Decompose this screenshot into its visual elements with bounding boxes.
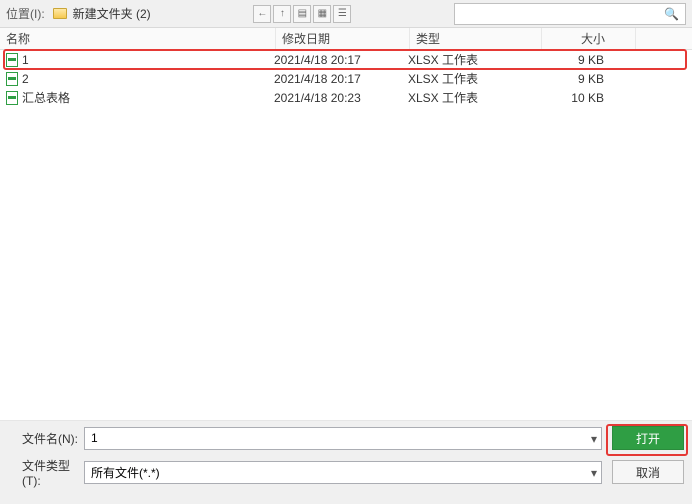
file-name: 1 <box>22 53 274 67</box>
file-date: 2021/4/18 20:23 <box>274 91 408 105</box>
file-size: 10 KB <box>540 91 634 105</box>
file-name: 汇总表格 <box>22 89 274 106</box>
search-input[interactable]: 🔍 <box>454 3 686 25</box>
search-icon: 🔍 <box>664 7 679 21</box>
list-item[interactable]: 汇总表格 2021/4/18 20:23 XLSX 工作表 10 KB <box>0 88 692 107</box>
column-name[interactable]: 名称 <box>0 28 276 49</box>
xlsx-icon <box>6 53 18 67</box>
xlsx-icon <box>6 72 18 86</box>
filename-value: 1 <box>91 431 98 445</box>
list-item[interactable]: 2 2021/4/18 20:17 XLSX 工作表 9 KB <box>0 69 692 88</box>
location-path: 新建文件夹 (2) <box>73 5 151 22</box>
cancel-button[interactable]: 取消 <box>612 460 684 484</box>
file-type: XLSX 工作表 <box>408 89 540 106</box>
column-date[interactable]: 修改日期 <box>276 28 410 49</box>
view-buttons: ← ↑ ▤ ▦ ☰ <box>253 5 351 23</box>
view-detail-button[interactable]: ☰ <box>333 5 351 23</box>
chevron-down-icon: ▾ <box>591 432 597 446</box>
file-date: 2021/4/18 20:17 <box>274 72 408 86</box>
filetype-select[interactable]: 所有文件(*.*) ▾ <box>84 461 602 484</box>
view-list-button[interactable]: ▤ <box>293 5 311 23</box>
location-label: 位置(I): <box>6 5 45 22</box>
chevron-down-icon: ▾ <box>591 466 597 480</box>
dialog-footer: 文件名(N): 1 ▾ 打开 文件类型(T): 所有文件(*.*) ▾ 取消 <box>0 420 692 504</box>
list-item[interactable]: 1 2021/4/18 20:17 XLSX 工作表 9 KB <box>0 50 692 69</box>
file-list: 1 2021/4/18 20:17 XLSX 工作表 9 KB 2 2021/4… <box>0 50 692 420</box>
filetype-value: 所有文件(*.*) <box>91 464 160 481</box>
file-size: 9 KB <box>540 72 634 86</box>
folder-icon <box>53 8 67 19</box>
filename-input[interactable]: 1 ▾ <box>84 427 602 450</box>
open-button[interactable]: 打开 <box>612 426 684 450</box>
file-type: XLSX 工作表 <box>408 70 540 87</box>
filename-label: 文件名(N): <box>22 430 84 447</box>
file-type: XLSX 工作表 <box>408 51 540 68</box>
xlsx-icon <box>6 91 18 105</box>
column-type[interactable]: 类型 <box>410 28 542 49</box>
filetype-label: 文件类型(T): <box>22 457 84 488</box>
view-grid-button[interactable]: ▦ <box>313 5 331 23</box>
file-list-header: 名称 修改日期 类型 大小 <box>0 28 692 50</box>
file-date: 2021/4/18 20:17 <box>274 53 408 67</box>
file-size: 9 KB <box>540 53 634 67</box>
back-button[interactable]: ← <box>253 5 271 23</box>
column-size[interactable]: 大小 <box>542 28 636 49</box>
up-button[interactable]: ↑ <box>273 5 291 23</box>
file-name: 2 <box>22 72 274 86</box>
location-bar: 位置(I): 新建文件夹 (2) ← ↑ ▤ ▦ ☰ 🔍 <box>0 0 692 28</box>
